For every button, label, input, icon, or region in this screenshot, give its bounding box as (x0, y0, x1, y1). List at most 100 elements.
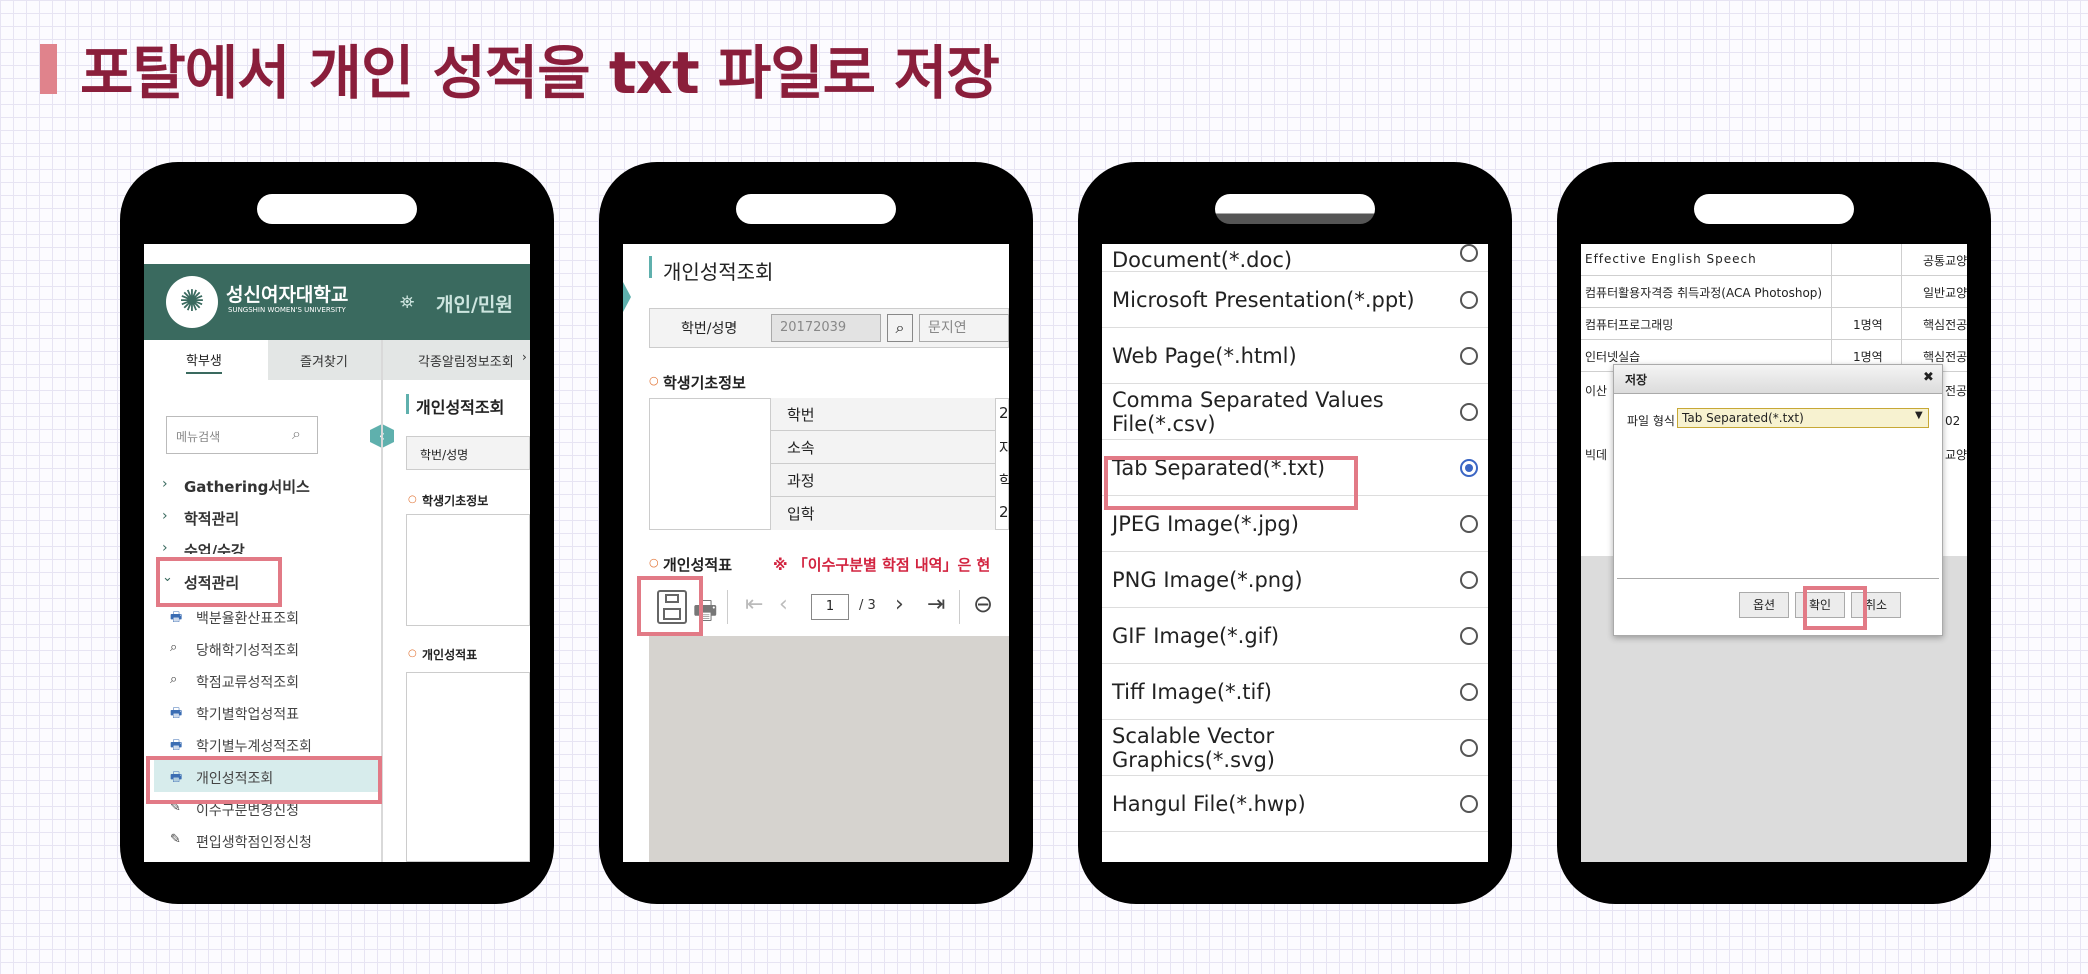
phone-speaker (257, 194, 417, 224)
info-value-id: 20 (999, 404, 1009, 422)
menu-grades[interactable]: 성적관리 (184, 572, 239, 593)
menu-gathering[interactable]: Gathering서비스 (184, 476, 310, 497)
phone-speaker (1215, 194, 1375, 224)
format-option[interactable]: GIF Image(*.gif) (1102, 608, 1488, 664)
submenu-transfer-credits[interactable]: 편입생학점인정신청 (196, 832, 312, 852)
file-format-select[interactable]: Tab Separated(*.txt) (1677, 408, 1929, 428)
info-value-course: 학 (999, 472, 1009, 490)
page-title: 포탈에서 개인 성적을 txt 파일로 저장 (80, 39, 1000, 107)
prev-page-icon[interactable]: ‹ (779, 592, 788, 617)
dialog-titlebar (1613, 364, 1943, 394)
submenu-personal-grades[interactable]: 개인성적조회 (196, 768, 273, 788)
radio-button[interactable] (1460, 795, 1478, 813)
page-title-accent (649, 256, 652, 278)
format-option[interactable]: Tab Separated(*.txt) (1102, 440, 1488, 496)
bullet-icon: ○ (649, 374, 659, 387)
radio-button[interactable] (1460, 291, 1478, 309)
toolbar-divider (727, 590, 728, 624)
submenu-exchange-credits[interactable]: 학점교류성적조회 (196, 672, 299, 692)
format-option-label: Tiff Image(*.tif) (1112, 680, 1272, 704)
radio-button[interactable] (1460, 683, 1478, 701)
submenu-cumulative[interactable]: 학기별누계성적조회 (196, 736, 312, 756)
search-icon[interactable]: ⌕ (292, 424, 301, 444)
info-label-dept: 소속 (787, 439, 815, 457)
student-name-field[interactable]: 문지연 (919, 314, 1009, 342)
format-option[interactable]: JPEG Image(*.jpg) (1102, 496, 1488, 552)
university-logo-icon: ✺ (166, 276, 218, 328)
radio-button[interactable] (1460, 244, 1478, 262)
bullet-icon: ○ (408, 494, 417, 505)
menu-academic-records[interactable]: 학적관리 (184, 508, 239, 529)
format-option[interactable]: Microsoft Presentation(*.ppt) (1102, 272, 1488, 328)
transcript-frame (406, 672, 530, 862)
table-row: Effective English Speech 공통교양 (1581, 244, 1967, 276)
chevron-right-icon: › (162, 540, 168, 556)
last-page-icon[interactable]: ⇥ (927, 592, 945, 617)
options-button[interactable]: 옵션 (1739, 592, 1789, 618)
course-type: 핵심전공 (1923, 318, 1967, 332)
title-accent-bar (40, 44, 57, 94)
ok-button[interactable]: 확인 (1795, 592, 1845, 618)
edit-icon: ✎ (170, 832, 181, 847)
radio-button[interactable] (1460, 347, 1478, 365)
submenu-term-transcript[interactable]: 학기별학업성적표 (196, 704, 299, 724)
submenu-change-category[interactable]: 이수구분변경신청 (196, 800, 299, 820)
tab-undergrad[interactable]: 학부생 (186, 350, 222, 374)
format-option[interactable]: Comma Separated Values File(*.csv) (1102, 384, 1488, 440)
format-option-label: GIF Image(*.gif) (1112, 624, 1280, 648)
tab-notices[interactable]: 각종알림정보조회 (418, 351, 514, 370)
search-icon: ⌕ (170, 672, 178, 687)
document-viewer[interactable] (649, 636, 1009, 862)
radio-button-selected[interactable] (1460, 459, 1478, 477)
page-number-input[interactable]: 1 (811, 594, 849, 620)
format-option-label: Hangul File(*.hwp) (1112, 792, 1306, 816)
menu-courses[interactable]: 수업/수강 (184, 540, 245, 554)
course-name: Effective English Speech (1585, 252, 1757, 266)
search-icon[interactable]: ⌕ (887, 314, 913, 342)
tab-favorites[interactable]: 즐겨찾기 (300, 351, 348, 370)
chevron-down-icon[interactable]: ▼ (1915, 410, 1923, 421)
first-page-icon[interactable]: ⇤ (745, 592, 763, 617)
printer-icon[interactable]: 🖶 (693, 592, 718, 636)
format-option-label: Scalable Vector Graphics(*.svg) (1112, 724, 1275, 772)
save-icon[interactable] (657, 590, 687, 624)
next-page-icon[interactable]: › (895, 592, 904, 617)
radio-button[interactable] (1460, 571, 1478, 589)
cancel-button[interactable]: 취소 (1851, 592, 1901, 618)
personal-civil-link[interactable]: 개인/민원 (436, 290, 513, 317)
brand-subtitle: SUNGSHIN WOMEN'S UNIVERSITY (228, 306, 346, 314)
radio-button[interactable] (1460, 739, 1478, 757)
page-total: / 3 (859, 598, 876, 613)
course-type: 공통교양 (1923, 254, 1967, 268)
submenu-percent-table[interactable]: 백분율환산표조회 (196, 608, 299, 628)
format-option[interactable]: Scalable Vector Graphics(*.svg) (1102, 720, 1488, 776)
course-name-partial: 빅데 (1585, 448, 1608, 462)
course-type-partial: 교양 (1945, 448, 1967, 462)
bullet-icon: ○ (408, 648, 417, 659)
search-icon: ⌕ (170, 640, 178, 655)
section-student-info: 학생기초정보 (663, 374, 746, 392)
chevron-right-icon[interactable]: › (522, 350, 527, 364)
phone-1-screen: ✺ 성신여자대학교 SUNGSHIN WOMEN'S UNIVERSITY ⛯ … (144, 244, 530, 862)
radio-button[interactable] (1460, 627, 1478, 645)
phone-4: Effective English Speech 공통교양 컴퓨터활용자격증 취… (1557, 162, 1991, 904)
chevron-right-icon: › (162, 476, 168, 492)
close-icon[interactable]: ✖ (1923, 370, 1934, 385)
format-option-label: Web Page(*.html) (1112, 344, 1297, 368)
submenu-current-term[interactable]: 당해학기성적조회 (196, 640, 299, 660)
zoom-out-icon[interactable]: ⊖ (973, 590, 993, 618)
course-value-partial: 02 (1945, 414, 1961, 428)
section-student-info: 학생기초정보 (422, 494, 489, 508)
format-option[interactable]: Tiff Image(*.tif) (1102, 664, 1488, 720)
format-option[interactable]: Web Page(*.html) (1102, 328, 1488, 384)
student-id-field[interactable]: 20172039 (771, 314, 881, 342)
content-title: 개인성적조회 (416, 398, 505, 417)
radio-button[interactable] (1460, 515, 1478, 533)
format-option[interactable]: PNG Image(*.png) (1102, 552, 1488, 608)
format-option-label: PNG Image(*.png) (1112, 568, 1303, 592)
format-option[interactable]: Microsoft Word Document(*.doc) (1102, 244, 1488, 272)
radio-button[interactable] (1460, 403, 1478, 421)
format-option[interactable]: Hangul File(*.hwp) (1102, 776, 1488, 832)
format-option-label: Microsoft Word Document(*.doc) (1112, 244, 1293, 272)
printer-icon: 🖶 (170, 738, 183, 753)
